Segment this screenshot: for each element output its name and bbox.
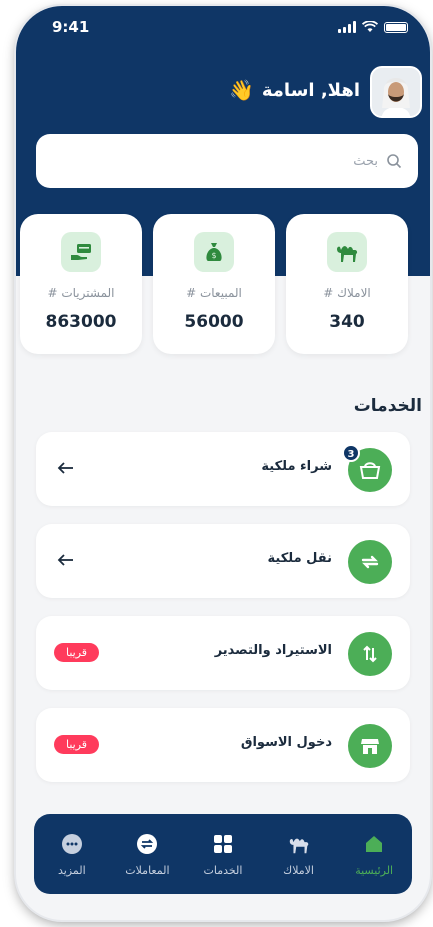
tab-label: الاملاك <box>283 863 314 877</box>
import-export-icon <box>348 632 392 676</box>
stat-value: 56000 <box>184 312 244 332</box>
cart-count-badge: 3 <box>342 444 360 462</box>
status-time: 9:41 <box>52 18 90 36</box>
user-avatar-icon <box>372 68 420 116</box>
battery-icon <box>384 21 408 33</box>
tab-home[interactable]: الرئيسية <box>339 832 409 877</box>
search-icon <box>387 154 402 169</box>
tab-label: الخدمات <box>203 863 243 877</box>
signal-icon <box>338 21 356 33</box>
tab-label: المعاملات <box>125 863 170 877</box>
tab-properties[interactable]: الاملاك <box>264 832 334 877</box>
tab-label: المزيد <box>57 863 86 877</box>
services-heading: الخدمات <box>353 396 422 416</box>
stat-card-sales[interactable]: $ # المبيعات 56000 <box>153 214 275 354</box>
svg-text:$: $ <box>211 251 216 260</box>
avatar[interactable] <box>370 66 422 118</box>
greeting: 👋 اهلا, اسامة <box>229 78 360 102</box>
camel-icon <box>327 232 367 272</box>
greeting-text: اهلا, اسامة <box>261 79 360 101</box>
service-buy-ownership[interactable]: 3 شراء ملكية <box>36 432 410 506</box>
search-input[interactable] <box>78 153 378 169</box>
phone-screen: 9:41 👋 اهلا, اسامة بحث # الاملاك 340 $ #… <box>16 6 430 920</box>
stat-label: # المشتريات <box>47 286 115 300</box>
stat-label: # الاملاك <box>323 286 371 300</box>
exchange-icon <box>135 832 159 856</box>
arrow-left-icon <box>57 462 73 474</box>
stat-card-properties[interactable]: # الاملاك 340 <box>286 214 408 354</box>
service-transfer-ownership[interactable]: نقل ملكية <box>36 524 410 598</box>
camel-icon <box>287 832 311 856</box>
service-title: الاستيراد والتصدير <box>214 643 332 658</box>
status-icons <box>338 21 408 33</box>
coming-soon-badge: قريبا <box>54 735 100 754</box>
service-title: نقل ملكية <box>267 551 332 566</box>
stat-label: # المبيعات <box>186 286 242 300</box>
wifi-icon <box>362 21 378 32</box>
store-icon <box>348 724 392 768</box>
wave-hand-icon: 👋 <box>228 78 254 102</box>
service-enter-markets[interactable]: دخول الاسواق قريبا <box>36 708 410 782</box>
arrow-left-icon <box>57 554 73 566</box>
tab-services[interactable]: الخدمات <box>188 832 258 877</box>
bottom-tab-bar: الرئيسية الاملاك الخدمات المعاملات المزي… <box>34 814 412 894</box>
stat-value: 340 <box>329 312 365 332</box>
status-bar: 9:41 <box>16 18 430 38</box>
stat-value: 863000 <box>45 312 117 332</box>
service-title: دخول الاسواق <box>240 735 332 750</box>
more-icon <box>60 832 84 856</box>
service-title: شراء ملكية <box>261 459 332 474</box>
grid-icon <box>211 832 235 856</box>
service-import-export[interactable]: الاستيراد والتصدير قريبا <box>36 616 410 690</box>
tab-label: الرئيسية <box>355 863 394 877</box>
transfer-icon <box>348 540 392 584</box>
tab-transactions[interactable]: المعاملات <box>112 832 182 877</box>
home-icon <box>362 832 386 856</box>
search-bar[interactable] <box>36 134 418 188</box>
money-bag-icon: $ <box>194 232 234 272</box>
stat-card-purchases[interactable]: # المشتريات 863000 <box>20 214 142 354</box>
stats-row: # الاملاك 340 $ # المبيعات 56000 # المشت… <box>20 214 428 354</box>
hand-card-icon <box>61 232 101 272</box>
tab-more[interactable]: المزيد <box>37 832 107 877</box>
coming-soon-badge: قريبا <box>54 643 100 662</box>
